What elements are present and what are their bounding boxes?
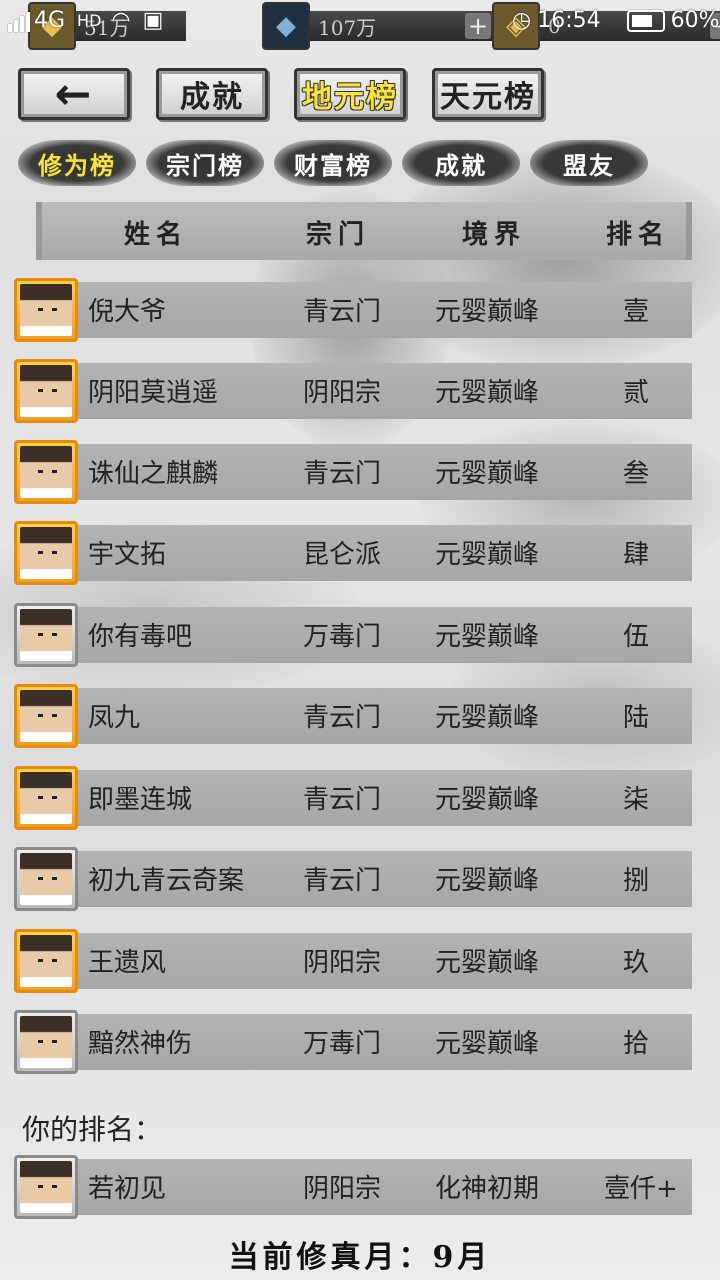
achievements-button[interactable]: 成就	[156, 68, 268, 120]
table-row[interactable]: 倪大爷 青云门 元婴巅峰 壹	[14, 278, 692, 344]
player-name: 即墨连城	[88, 785, 193, 815]
my-name: 若初见	[88, 1174, 167, 1204]
table-row[interactable]: 初九青云奇案 青云门 元婴巅峰 捌	[14, 847, 692, 913]
player-name: 阴阳莫逍遥	[88, 378, 219, 408]
header-name: 姓名	[124, 220, 189, 250]
table-row[interactable]: 王遗风 阴阳宗 元婴巅峰 玖	[14, 929, 692, 995]
player-rank: 叁	[622, 459, 649, 489]
tab-achievements[interactable]: 成就	[402, 140, 520, 186]
current-month-footer: 当前修真月：9月	[228, 1240, 492, 1275]
player-name: 王遗风	[88, 948, 167, 978]
player-name: 初九青云奇案	[88, 866, 245, 896]
avatar[interactable]	[14, 521, 78, 585]
player-rank: 陆	[622, 703, 649, 733]
signal-indicator: 4G HD ◠ ▣	[8, 8, 163, 33]
table-row[interactable]: 阴阳莫逍遥 阴阳宗 元婴巅峰 贰	[14, 359, 692, 425]
table-row[interactable]: 黯然神伤 万毒门 元婴巅峰 拾	[14, 1010, 692, 1076]
tab-sect[interactable]: 宗门榜	[146, 140, 264, 186]
clock-time: 16:54	[537, 8, 601, 33]
player-rank: 拾	[622, 1029, 649, 1059]
avatar[interactable]	[14, 847, 78, 911]
avatar[interactable]	[14, 1155, 78, 1219]
battery-icon	[626, 9, 665, 32]
image-icon: ▣	[142, 8, 164, 33]
table-header: 姓名 宗门 境界 排名	[36, 202, 692, 260]
avatar[interactable]	[14, 1010, 78, 1074]
player-sect: 青云门	[303, 866, 382, 896]
tab-allies[interactable]: 盟友	[530, 140, 648, 186]
wifi-icon: ◠	[111, 8, 131, 33]
player-realm: 元婴巅峰	[435, 703, 540, 733]
table-row[interactable]: 凤九 青云门 元婴巅峰 陆	[14, 684, 692, 750]
spirit-stone-icon: ◆	[262, 2, 310, 50]
table-row[interactable]: 即墨连城 青云门 元婴巅峰 柒	[14, 766, 692, 832]
player-realm: 元婴巅峰	[435, 540, 540, 570]
avatar[interactable]	[14, 278, 78, 342]
player-realm: 元婴巅峰	[435, 297, 540, 327]
battery-percent: 60%	[670, 8, 720, 33]
player-name: 宇文拓	[88, 540, 167, 570]
avatar[interactable]	[14, 603, 78, 667]
clock-area: ◷ 16:54 60%	[512, 8, 720, 33]
earth-ranking-button[interactable]: 地元榜	[294, 68, 406, 120]
my-sect: 阴阳宗	[303, 1174, 382, 1204]
player-rank: 柒	[622, 785, 649, 815]
player-name: 诛仙之麒麟	[88, 459, 219, 489]
my-rank-row[interactable]: 若初见 阴阳宗 化神初期 壹仟+	[14, 1155, 692, 1221]
player-sect: 青云门	[303, 459, 382, 489]
back-button[interactable]: ←	[18, 68, 130, 120]
avatar[interactable]	[14, 766, 78, 830]
player-sect: 阴阳宗	[303, 378, 382, 408]
player-rank: 肆	[622, 540, 649, 570]
player-sect: 昆仑派	[303, 540, 382, 570]
table-row[interactable]: 诛仙之麒麟 青云门 元婴巅峰 叁	[14, 440, 692, 506]
player-name: 倪大爷	[88, 297, 167, 327]
player-name: 黯然神伤	[88, 1029, 193, 1059]
header-rank: 排名	[606, 220, 671, 250]
table-row[interactable]: 宇文拓 昆仑派 元婴巅峰 肆	[14, 521, 692, 587]
your-rank-label: 你的排名：	[22, 1113, 163, 1146]
player-sect: 青云门	[303, 785, 382, 815]
player-sect: 阴阳宗	[303, 948, 382, 978]
player-realm: 元婴巅峰	[435, 948, 540, 978]
avatar[interactable]	[14, 929, 78, 993]
tab-cultivation[interactable]: 修为榜	[18, 140, 136, 186]
top-navigation: ← 成就 地元榜 天元榜	[18, 68, 544, 120]
player-sect: 万毒门	[303, 1029, 382, 1059]
player-realm: 元婴巅峰	[435, 866, 540, 896]
player-realm: 元婴巅峰	[435, 1029, 540, 1059]
header-sect: 宗门	[306, 220, 371, 250]
player-name: 凤九	[88, 703, 141, 733]
player-realm: 元婴巅峰	[435, 785, 540, 815]
network-type: 4G	[34, 8, 66, 33]
player-rank: 贰	[622, 378, 649, 408]
player-name: 你有毒吧	[88, 622, 193, 652]
player-realm: 元婴巅峰	[435, 622, 540, 652]
player-rank: 捌	[622, 866, 649, 896]
player-rank: 玖	[622, 948, 649, 978]
heaven-ranking-button[interactable]: 天元榜	[432, 68, 544, 120]
player-rank: 壹	[622, 297, 649, 327]
player-realm: 元婴巅峰	[435, 378, 540, 408]
tab-wealth[interactable]: 财富榜	[274, 140, 392, 186]
my-realm: 化神初期	[435, 1174, 540, 1204]
avatar[interactable]	[14, 359, 78, 423]
signal-icon	[8, 10, 30, 32]
hd-badge: HD	[77, 11, 102, 30]
player-sect: 青云门	[303, 703, 382, 733]
ranking-tabs: 修为榜 宗门榜 财富榜 成就 盟友	[18, 140, 648, 186]
avatar[interactable]	[14, 684, 78, 748]
player-sect: 青云门	[303, 297, 382, 327]
status-bar: ◆ 51万 ◆ 107万 + ◈ 0 + 4G HD ◠ ▣ ◷ 16:54 6…	[0, 0, 720, 50]
alarm-icon: ◷	[512, 8, 532, 33]
avatar[interactable]	[14, 440, 78, 504]
header-realm: 境界	[462, 220, 527, 250]
resource-spirit-stone: ◆ 107万 +	[262, 2, 495, 50]
player-rank: 伍	[622, 622, 649, 652]
player-realm: 元婴巅峰	[435, 459, 540, 489]
player-sect: 万毒门	[303, 622, 382, 652]
add-spirit-stone-button[interactable]: +	[465, 12, 491, 40]
my-rank: 壹仟+	[604, 1174, 678, 1204]
table-row[interactable]: 你有毒吧 万毒门 元婴巅峰 伍	[14, 603, 692, 669]
